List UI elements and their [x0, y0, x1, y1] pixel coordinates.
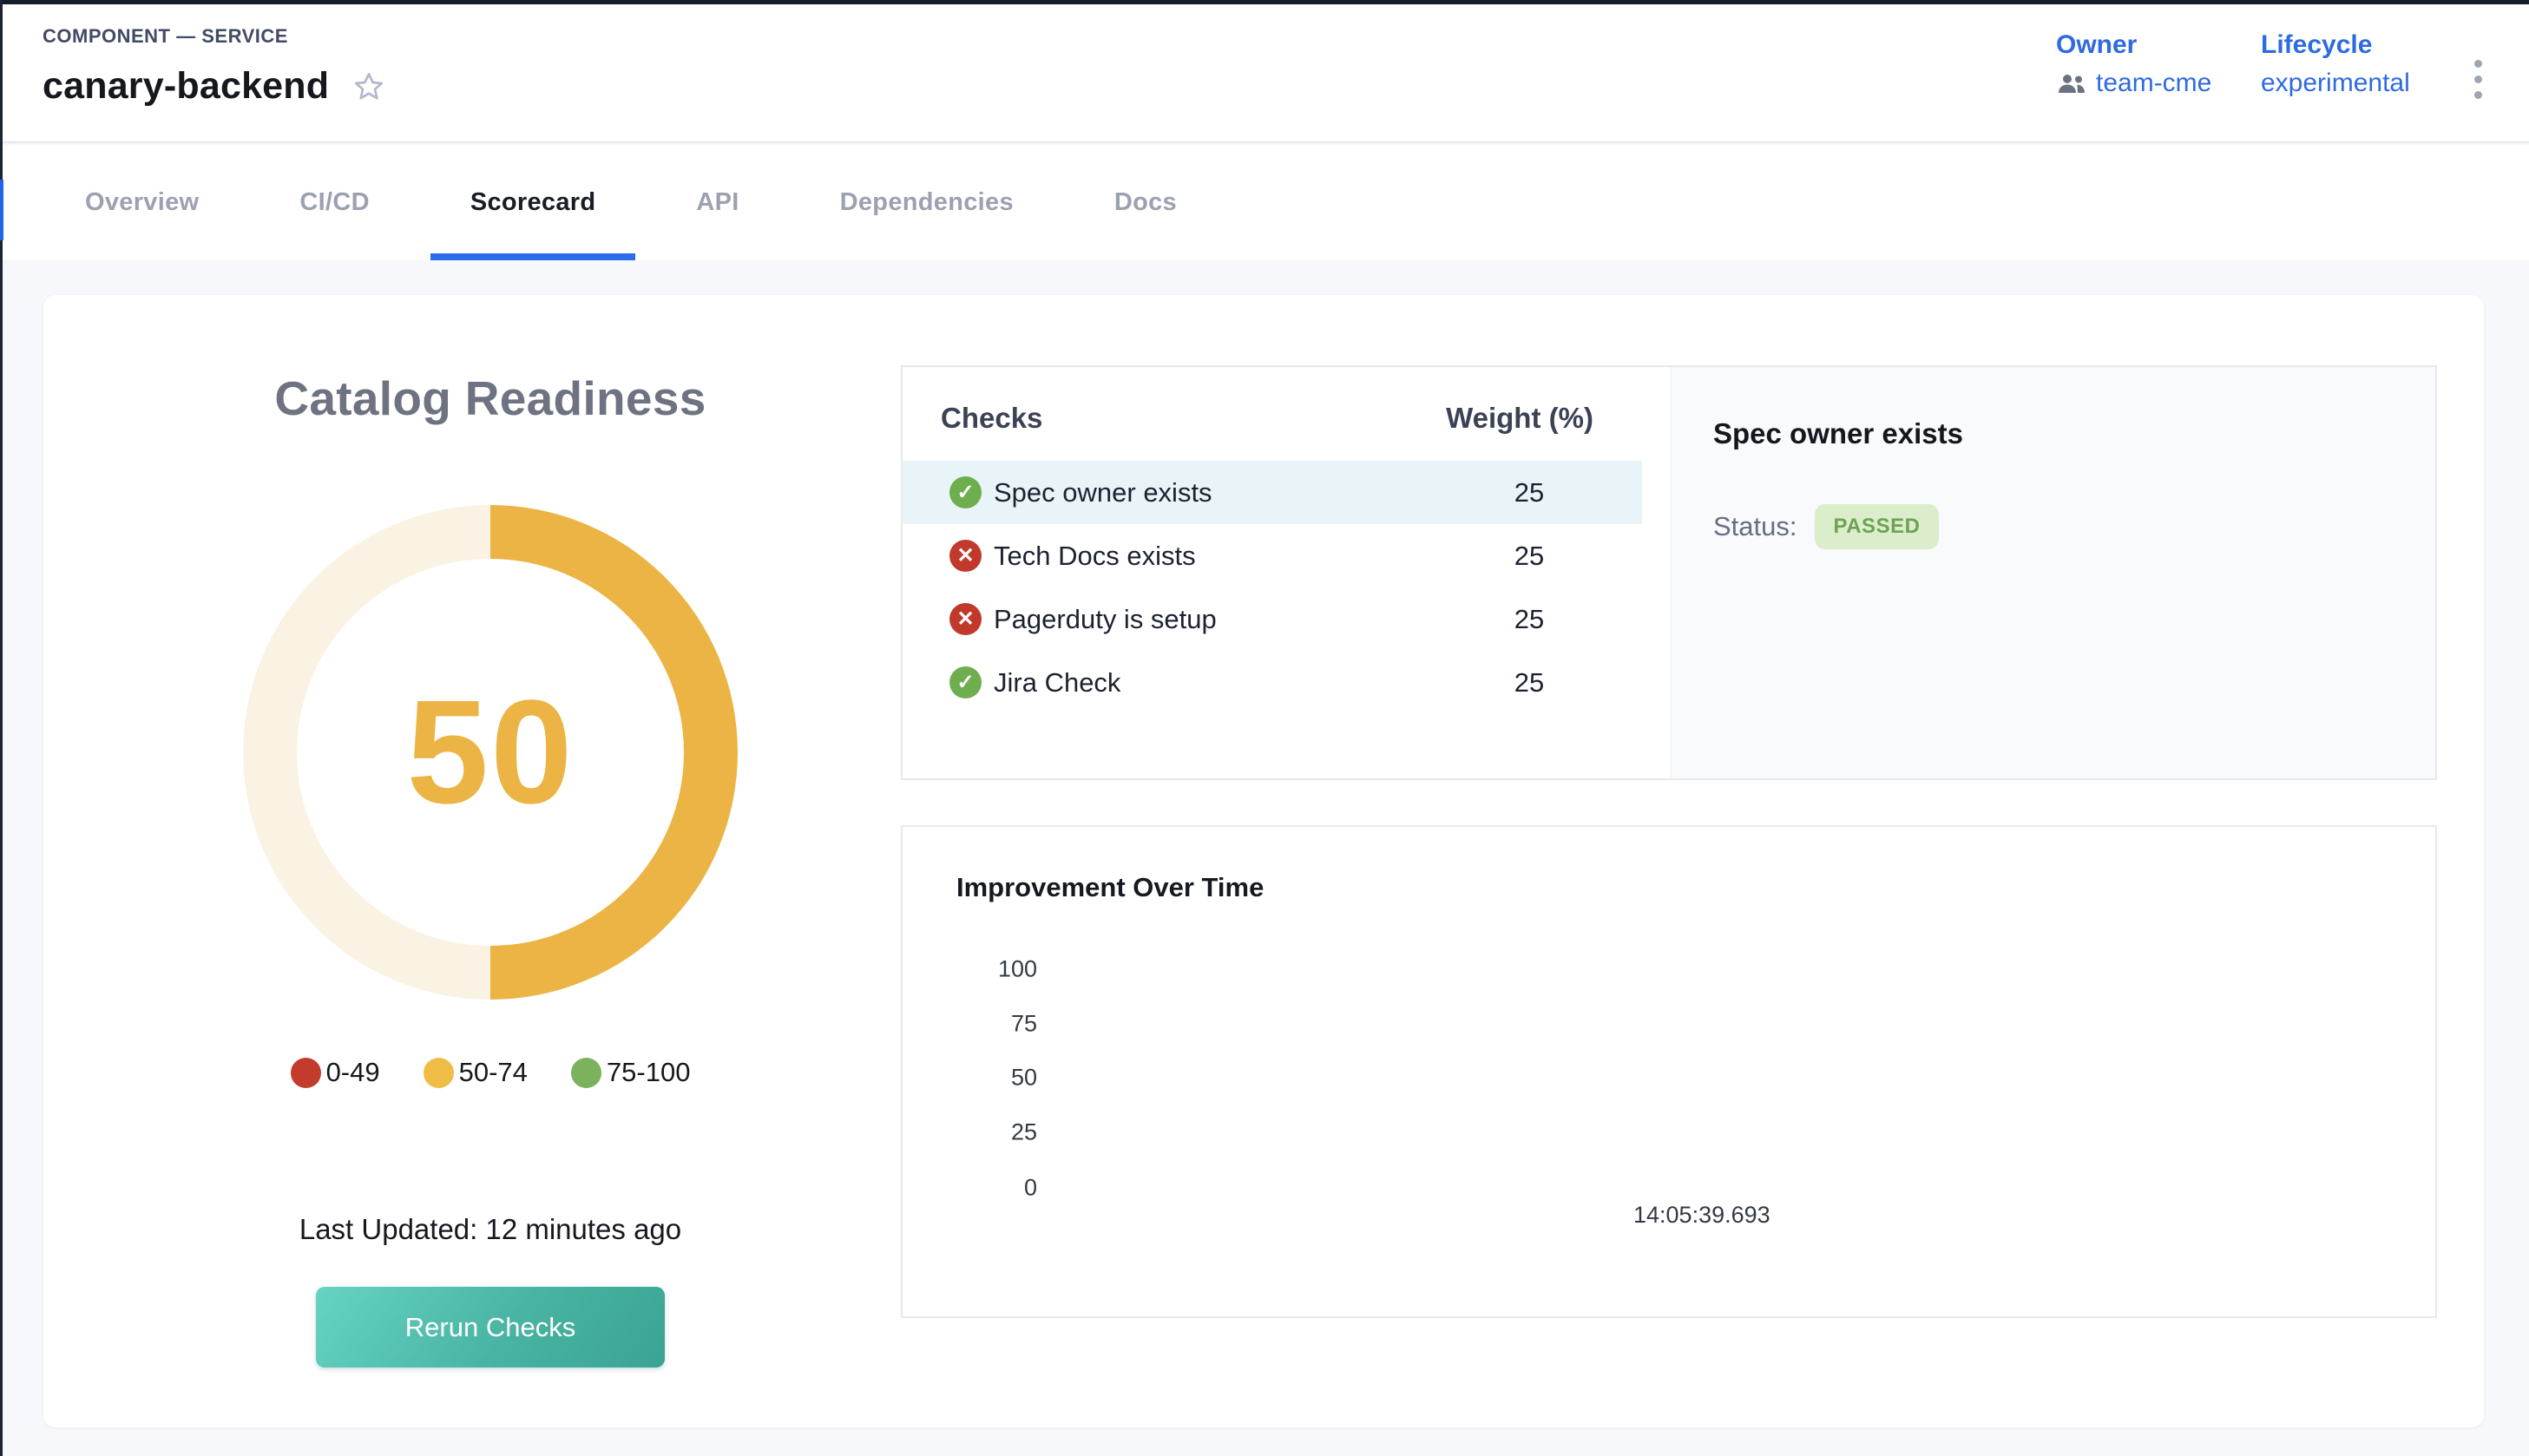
rerun-checks-button[interactable]: Rerun Checks	[316, 1287, 665, 1367]
improvement-chart-panel: Improvement Over Time 100 75 50 25 0 14:…	[901, 825, 2437, 1318]
tab-cicd[interactable]: CI/CD	[259, 145, 409, 260]
score-legend: 0-49 50-74 75-100	[100, 1057, 881, 1088]
window-top-edge	[0, 0, 2529, 4]
tab-docs[interactable]: Docs	[1074, 145, 1217, 260]
tab-api[interactable]: API	[656, 145, 778, 260]
check-weight: 25	[1416, 477, 1642, 508]
check-label: Spec owner exists	[994, 477, 1416, 508]
check-row-spec-owner[interactable]: ✓ Spec owner exists 25	[903, 461, 1642, 524]
check-pass-icon: ✓	[949, 666, 982, 698]
red-dot-icon	[291, 1058, 321, 1088]
scorecard-title: Catalog Readiness	[100, 371, 881, 426]
check-weight: 25	[1416, 541, 1642, 572]
people-icon	[2056, 72, 2087, 95]
check-row-jira[interactable]: ✓ Jira Check 25	[903, 651, 1642, 714]
check-label: Jira Check	[994, 667, 1416, 698]
chart-title: Improvement Over Time	[956, 872, 1264, 903]
legend-label: 50-74	[459, 1057, 528, 1088]
legend-label: 75-100	[607, 1057, 691, 1088]
tab-scorecard[interactable]: Scorecard	[430, 145, 636, 260]
score-value: 50	[406, 667, 574, 837]
check-row-tech-docs[interactable]: ✕ Tech Docs exists 25	[903, 524, 1642, 587]
check-label: Tech Docs exists	[994, 541, 1416, 572]
legend-item-red: 0-49	[291, 1057, 380, 1088]
tab-dependencies[interactable]: Dependencies	[800, 145, 1054, 260]
check-weight: 25	[1416, 604, 1642, 635]
entity-tabs: Overview CI/CD Scorecard API Dependencie…	[3, 145, 2529, 260]
y-tick-75: 75	[942, 1011, 1037, 1038]
owner-meta: Owner team-cme	[2056, 30, 2211, 98]
y-tick-100: 100	[942, 956, 1037, 983]
entity-header: COMPONENT — SERVICE canary-backend Owner…	[3, 4, 2529, 143]
checks-column-header: Checks	[941, 402, 1042, 435]
check-row-pagerduty[interactable]: ✕ Pagerduty is setup 25	[903, 587, 1642, 651]
score-gauge: 50	[243, 505, 738, 1000]
x-tick-timestamp: 14:05:39.693	[1633, 1202, 1770, 1229]
yellow-dot-icon	[424, 1058, 454, 1088]
check-detail-pane: Spec owner exists Status: PASSED	[1671, 367, 2435, 778]
favorite-star-icon[interactable]	[351, 69, 386, 104]
check-label: Pagerduty is setup	[994, 604, 1416, 635]
page-title: canary-backend	[43, 65, 329, 108]
detail-title: Spec owner exists	[1713, 417, 2435, 450]
checks-panel: Checks Weight (%) ✓ Spec owner exists 25…	[901, 365, 2437, 780]
legend-label: 0-49	[326, 1057, 380, 1088]
more-options-icon[interactable]	[2469, 55, 2487, 104]
y-tick-50: 50	[942, 1065, 1037, 1092]
last-updated-text: Last Updated: 12 minutes ago	[100, 1213, 881, 1246]
green-dot-icon	[571, 1058, 601, 1088]
check-weight: 25	[1416, 667, 1642, 698]
check-pass-icon: ✓	[949, 476, 982, 508]
owner-link[interactable]: team-cme	[2056, 69, 2211, 98]
tab-overview[interactable]: Overview	[45, 145, 239, 260]
owner-label: Owner	[2056, 30, 2211, 60]
lifecycle-meta: Lifecycle experimental	[2261, 30, 2410, 98]
left-accent-bar	[0, 180, 3, 240]
y-tick-0: 0	[942, 1175, 1037, 1202]
check-fail-icon: ✕	[949, 540, 982, 572]
check-fail-icon: ✕	[949, 603, 982, 635]
status-badge: PASSED	[1815, 504, 1940, 549]
y-tick-25: 25	[942, 1119, 1037, 1146]
lifecycle-value: experimental	[2261, 69, 2410, 98]
scorecard-card: Catalog Readiness 50 0-49 50-74 75-100 L…	[43, 295, 2484, 1427]
owner-value: team-cme	[2096, 69, 2211, 98]
status-label: Status:	[1713, 511, 1797, 542]
lifecycle-label: Lifecycle	[2261, 30, 2410, 60]
legend-item-green: 75-100	[571, 1057, 691, 1088]
weight-column-header: Weight (%)	[1407, 402, 1632, 435]
legend-item-yellow: 50-74	[424, 1057, 528, 1088]
checks-list: Checks Weight (%) ✓ Spec owner exists 25…	[903, 367, 1671, 778]
